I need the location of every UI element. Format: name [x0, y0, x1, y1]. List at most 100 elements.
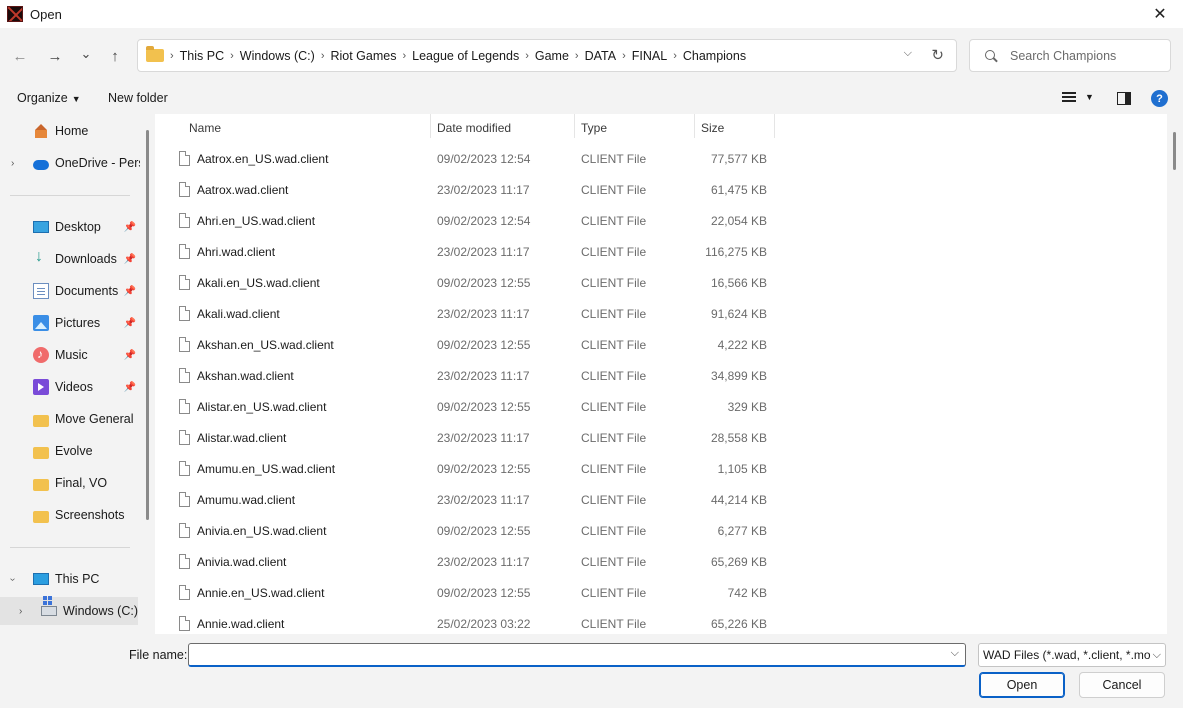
file-date: 09/02/2023 12:55	[437, 586, 531, 600]
column-header-date-modified[interactable]: Date modified	[437, 114, 511, 142]
cancel-button[interactable]: Cancel	[1079, 672, 1165, 698]
sidebar-item-this-pc[interactable]: › This PC	[0, 565, 140, 593]
back-arrow-icon[interactable]: ←	[8, 44, 32, 68]
sidebar-item-pictures[interactable]: Pictures 📌	[0, 309, 140, 337]
file-row[interactable]: Alistar.wad.client 23/02/2023 11:17 CLIENT…	[175, 423, 775, 453]
file-row[interactable]: Annie.en_US.wad.client 09/02/2023 12:55 CL…	[175, 578, 775, 608]
search-box[interactable]	[969, 39, 1171, 72]
file-name-input[interactable]	[189, 644, 929, 664]
breadcrumb-game[interactable]: Game	[531, 49, 573, 63]
chevron-right-icon[interactable]: ›	[11, 158, 14, 169]
new-folder-button[interactable]: New folder	[108, 91, 168, 105]
file-row[interactable]: Ahri.en_US.wad.client 09/02/2023 12:54 CLI…	[175, 206, 775, 236]
breadcrumb-league-of-legends[interactable]: League of Legends	[408, 49, 523, 63]
sidebar-item-videos[interactable]: Videos 📌	[0, 373, 140, 401]
pin-icon: 📌	[123, 221, 136, 233]
breadcrumb-data[interactable]: DATA	[581, 49, 620, 63]
file-name-combobox[interactable]: ⌵	[188, 643, 966, 667]
file-row[interactable]: Anivia.wad.client 23/02/2023 11:17 CLIENT …	[175, 547, 775, 577]
chevron-right-icon[interactable]: ›	[19, 606, 22, 617]
sidebar-item-music[interactable]: Music 📌	[0, 341, 140, 369]
preview-pane-icon[interactable]	[1117, 92, 1131, 105]
sidebar-item-move-general[interactable]: Move General	[0, 405, 140, 433]
file-icon	[179, 616, 190, 631]
column-header-name[interactable]: Name	[189, 114, 221, 142]
file-icon	[179, 523, 190, 538]
search-input[interactable]	[1010, 48, 1170, 63]
sidebar-scrollbar[interactable]	[146, 130, 149, 520]
recent-locations-chevron-icon[interactable]: ⌄	[74, 42, 98, 66]
sidebar-item-desktop[interactable]: Desktop 📌	[0, 213, 140, 241]
file-type: CLIENT File	[581, 555, 647, 569]
file-row[interactable]: Ahri.wad.client 23/02/2023 11:17 CLIENT Fi…	[175, 237, 775, 267]
view-options-icon[interactable]	[1062, 92, 1076, 104]
file-name: Akshan.en_US.wad.client	[197, 338, 334, 352]
file-row[interactable]: Akshan.en_US.wad.client 09/02/2023 12:55 C…	[175, 330, 775, 360]
breadcrumb-champions[interactable]: Champions	[679, 49, 750, 63]
file-name: Annie.en_US.wad.client	[197, 586, 325, 600]
sidebar-item-onedrive[interactable]: › OneDrive - Perso	[0, 149, 140, 177]
file-icon	[179, 399, 190, 414]
file-date: 09/02/2023 12:55	[437, 400, 531, 414]
breadcrumb-riot-games[interactable]: Riot Games	[326, 49, 400, 63]
chevron-down-icon: ⌵	[1150, 644, 1161, 666]
column-header-size[interactable]: Size	[701, 114, 724, 142]
column-header-type[interactable]: Type	[581, 114, 607, 142]
file-size: 4,222 KB	[717, 338, 767, 352]
file-size: 329 KB	[727, 400, 767, 414]
help-icon[interactable]: ?	[1151, 90, 1168, 107]
sidebar-item-evolve[interactable]: Evolve	[0, 437, 140, 465]
command-toolbar: Organize ▼ New folder ▼ ?	[0, 84, 1183, 114]
file-type-select[interactable]: WAD Files (*.wad, *.client, *.mo ⌵	[978, 643, 1166, 667]
file-row[interactable]: Aatrox.wad.client 23/02/2023 11:17 CLIENT …	[175, 175, 775, 205]
sidebar-item-screenshots[interactable]: Screenshots	[0, 501, 140, 529]
chevron-down-icon[interactable]: ⌵	[951, 647, 959, 660]
refresh-icon[interactable]: ↻	[931, 46, 944, 64]
file-type: CLIENT File	[581, 369, 647, 383]
file-row[interactable]: Akali.wad.client 23/02/2023 11:17 CLIENT F…	[175, 299, 775, 329]
caret-down-icon: ▼	[71, 94, 81, 104]
file-list-scrollbar[interactable]	[1167, 114, 1183, 634]
open-button[interactable]: Open	[979, 672, 1065, 698]
file-icon	[179, 461, 190, 476]
sidebar-item-home[interactable]: Home	[0, 117, 140, 145]
column-divider[interactable]	[694, 114, 695, 138]
sidebar-item-downloads[interactable]: Downloads 📌	[0, 245, 140, 273]
close-button[interactable]: ✕	[1137, 0, 1183, 28]
file-icon	[179, 368, 190, 383]
file-row[interactable]: Akali.en_US.wad.client 09/02/2023 12:55 CL…	[175, 268, 775, 298]
sidebar-item-final-vo[interactable]: Final, VO	[0, 469, 140, 497]
scrollbar-thumb[interactable]	[1173, 132, 1176, 170]
forward-arrow-icon[interactable]: →	[43, 44, 67, 68]
file-row[interactable]: Alistar.en_US.wad.client 09/02/2023 12:55…	[175, 392, 775, 422]
file-row[interactable]: Annie.wad.client 25/02/2023 03:22 CLIENT F…	[175, 609, 775, 634]
file-row[interactable]: Anivia.en_US.wad.client 09/02/2023 12:55 C…	[175, 516, 775, 546]
organize-button[interactable]: Organize ▼	[17, 91, 81, 105]
sidebar-item-windows-c[interactable]: › Windows (C:)	[0, 597, 138, 625]
chevron-down-icon[interactable]: ›	[7, 577, 18, 580]
file-name: Alistar.en_US.wad.client	[197, 400, 327, 414]
column-divider[interactable]	[774, 114, 775, 138]
file-type: CLIENT File	[581, 617, 647, 631]
caret-down-icon[interactable]: ▼	[1085, 92, 1094, 102]
file-icon	[179, 306, 190, 321]
file-row[interactable]: Akshan.wad.client 23/02/2023 11:17 CLIENT …	[175, 361, 775, 391]
file-type: CLIENT File	[581, 462, 647, 476]
address-bar[interactable]: › This PC › Windows (C:) › Riot Games › …	[137, 39, 957, 72]
column-divider[interactable]	[430, 114, 431, 138]
file-size: 65,226 KB	[710, 617, 767, 631]
up-arrow-icon[interactable]: ↑	[103, 44, 127, 68]
file-row[interactable]: Aatrox.en_US.wad.client 09/02/2023 12:54 C…	[175, 144, 775, 174]
file-row[interactable]: Amumu.wad.client 23/02/2023 11:17 CLIENT F…	[175, 485, 775, 515]
breadcrumb-windows-c[interactable]: Windows (C:)	[236, 49, 319, 63]
sidebar-item-documents[interactable]: Documents 📌	[0, 277, 140, 305]
file-row[interactable]: Amumu.en_US.wad.client 09/02/2023 12:55 CL…	[175, 454, 775, 484]
onedrive-icon	[33, 159, 49, 170]
breadcrumb-final[interactable]: FINAL	[628, 49, 671, 63]
address-dropdown-chevron-icon[interactable]: ⌵	[904, 47, 912, 60]
column-divider[interactable]	[574, 114, 575, 138]
file-name-label: File name:	[129, 648, 188, 662]
file-type: CLIENT File	[581, 183, 647, 197]
chevron-right-icon: ›	[622, 49, 626, 62]
breadcrumb-this-pc[interactable]: This PC	[176, 49, 228, 63]
